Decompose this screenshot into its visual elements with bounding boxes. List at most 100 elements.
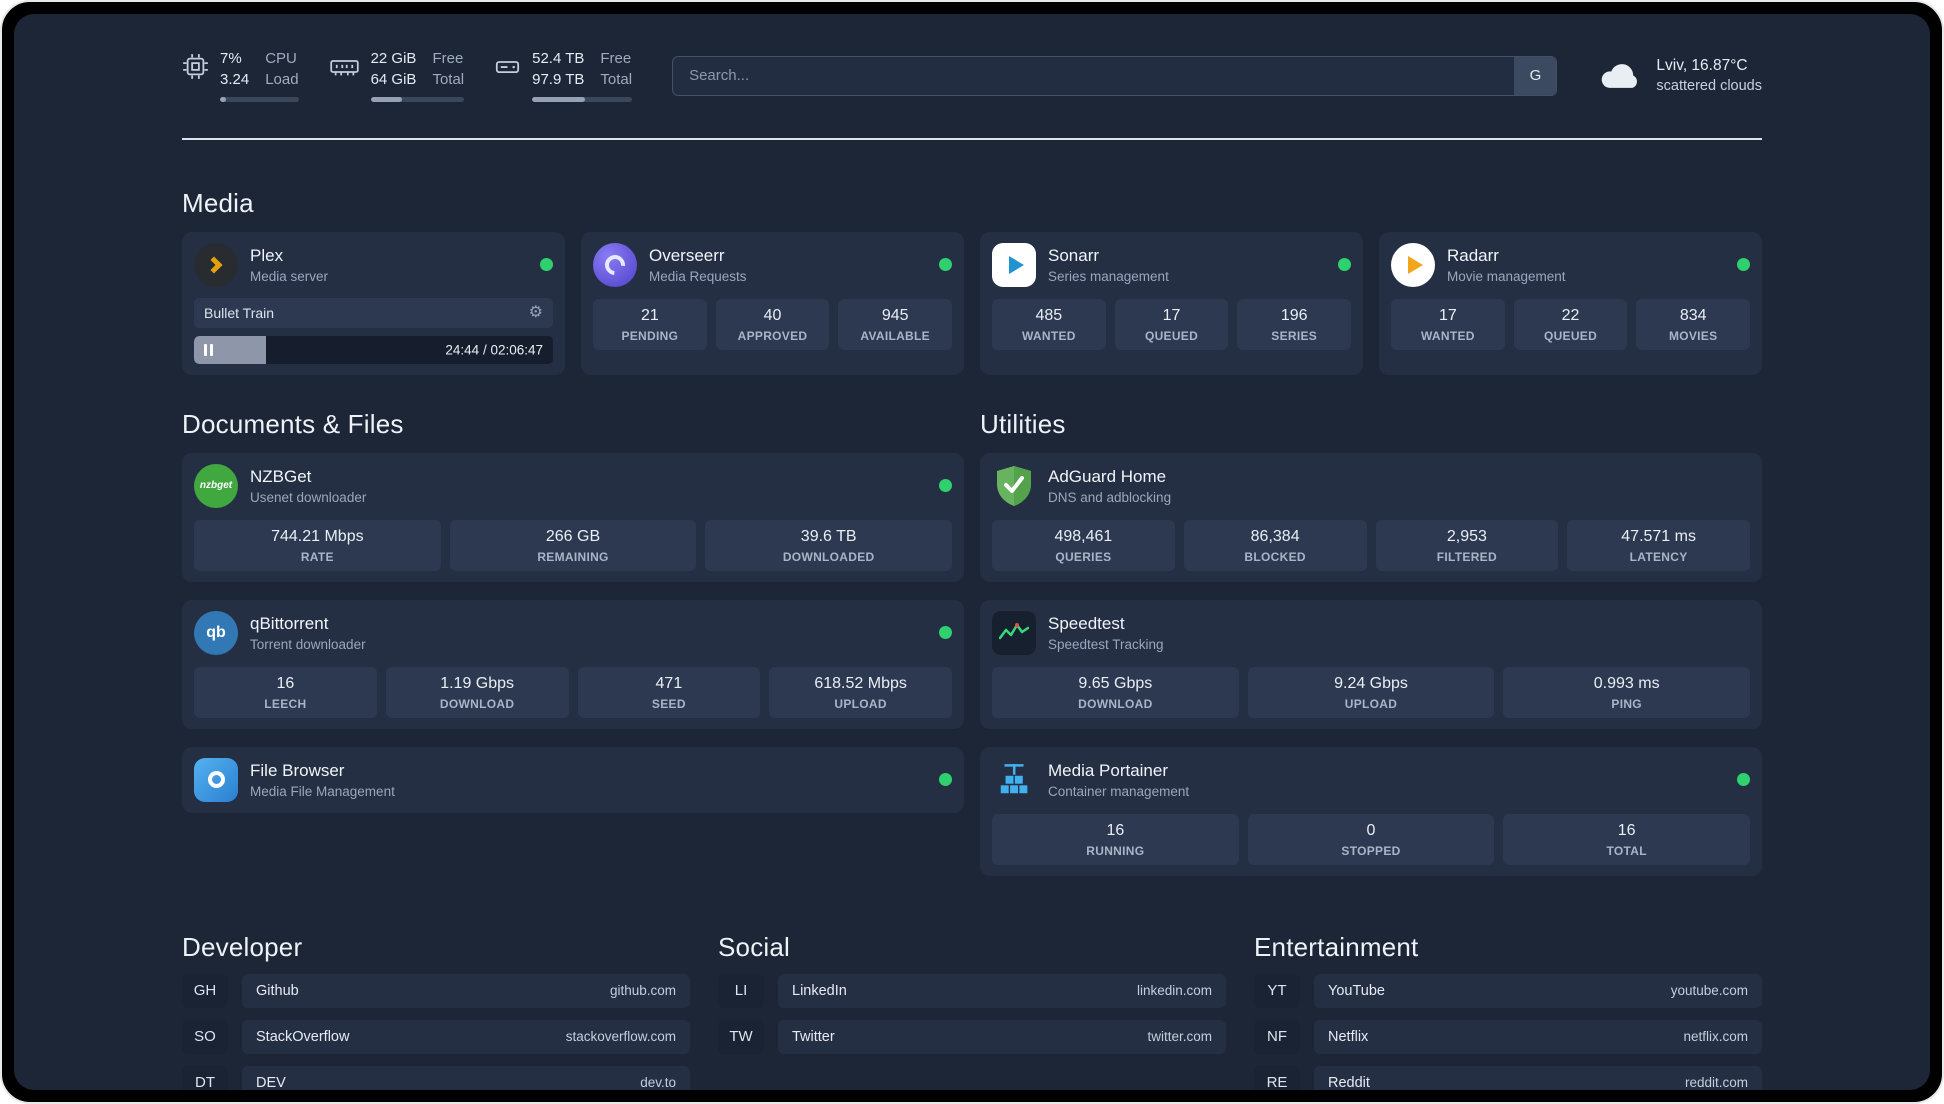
section-heading-utilities: Utilities [980, 408, 1066, 439]
weather-location-temp: Lviv, 16.87°C [1656, 57, 1748, 75]
stat-label: MOVIES [1668, 328, 1718, 343]
stat-value: 17 [1438, 306, 1457, 324]
bookmark-abbr: GH [182, 973, 228, 1008]
stat-value: 471 [655, 674, 683, 692]
search-engine-button[interactable]: G [1514, 56, 1557, 95]
service-card-filebrowser[interactable]: File Browser Media File Management [182, 746, 964, 813]
status-dot [939, 258, 952, 271]
now-playing-row: Bullet Train ⚙ [194, 297, 553, 328]
service-name: Radarr [1447, 245, 1499, 265]
service-description: Series management [1048, 268, 1169, 284]
bookmark-url: twitter.com [1147, 1029, 1212, 1044]
stat-value: 618.52 Mbps [814, 674, 907, 692]
bookmark-linkedin[interactable]: LI LinkedIn linkedin.com [718, 973, 1226, 1008]
ram-icon [329, 53, 360, 80]
stat-tile: 22 QUEUED [1513, 298, 1628, 350]
stat-tile: 945 AVAILABLE [838, 298, 953, 350]
cpu-label: CPU [265, 50, 297, 67]
stat-tile: 9.65 Gbps DOWNLOAD [992, 666, 1239, 718]
bookmark-url: stackoverflow.com [565, 1029, 676, 1044]
bookmark-group-developer: Developer GH Github github.com SO StackO… [182, 931, 690, 1090]
service-name: File Browser [250, 760, 345, 780]
bookmark-name: StackOverflow [256, 1028, 350, 1045]
plex-icon [194, 242, 238, 287]
service-card-speedtest[interactable]: Speedtest Speedtest Tracking 9.65 Gbps D… [980, 599, 1762, 729]
stat-label: DOWNLOAD [1078, 696, 1153, 711]
section-heading-developer: Developer [182, 931, 303, 962]
pause-icon[interactable] [204, 343, 213, 356]
stat-label: QUERIES [1055, 549, 1112, 564]
disk-free-label: Free [600, 50, 632, 67]
service-card-nzbget[interactable]: nzbget NZBGet Usenet downloader 744.21 M… [182, 452, 964, 582]
stat-label: AVAILABLE [860, 328, 930, 343]
cpu-load-label: Load [265, 70, 299, 88]
cpu-icon [182, 53, 209, 80]
stat-tile: 9.24 Gbps UPLOAD [1247, 666, 1495, 718]
status-dot [939, 479, 952, 492]
service-name: qBittorrent [250, 613, 329, 633]
section-utilities: Utilities AdGuard Home DNS and adblockin… [980, 409, 1762, 876]
bookmark-abbr: LI [718, 973, 764, 1008]
status-dot [1737, 258, 1750, 271]
radarr-icon [1391, 242, 1435, 287]
stat-value: 0.993 ms [1593, 674, 1660, 692]
service-card-plex[interactable]: Plex Media server Bullet Train ⚙ 24:44 /… [182, 231, 565, 375]
cpu-usage-widget: 7% 3.24 CPU Load [182, 50, 299, 102]
bookmark-github[interactable]: GH Github github.com [182, 973, 690, 1008]
stat-tile: 17 WANTED [1391, 298, 1505, 350]
bookmark-name: YouTube [1328, 982, 1385, 999]
service-description: Media File Management [250, 783, 395, 799]
stat-value: 21 [640, 306, 659, 324]
stat-label: TOTAL [1606, 843, 1647, 858]
stat-label: REMAINING [537, 549, 609, 564]
ram-total-label: Total [432, 70, 465, 88]
bookmark-name: LinkedIn [792, 982, 847, 999]
service-name: Sonarr [1048, 245, 1100, 265]
service-card-portainer[interactable]: Media Portainer Container management 16 … [980, 746, 1762, 876]
bookmark-group-entertainment: Entertainment YT YouTube youtube.com NF … [1254, 932, 1762, 1090]
stat-tile: 16 TOTAL [1503, 813, 1751, 865]
ram-usage-widget: 22 GiB 64 GiB Free Total [329, 50, 465, 102]
stat-label: SEED [651, 696, 686, 711]
cpu-percent: 7% [220, 50, 242, 67]
bookmark-twitter[interactable]: TW Twitter twitter.com [718, 1019, 1226, 1054]
header-divider [182, 137, 1762, 140]
stat-value: 9.24 Gbps [1334, 674, 1408, 692]
bookmark-url: youtube.com [1670, 983, 1748, 998]
bookmark-netflix[interactable]: NF Netflix netflix.com [1254, 1019, 1762, 1054]
disk-usage-widget: 52.4 TB 97.9 TB Free Total [494, 50, 633, 102]
stat-value: 86,384 [1250, 527, 1300, 545]
bookmark-reddit[interactable]: RE Reddit reddit.com [1254, 1065, 1762, 1090]
service-card-sonarr[interactable]: Sonarr Series management 485 WANTED 17 Q… [980, 231, 1363, 375]
stat-label: APPROVED [737, 328, 808, 343]
disk-free: 52.4 TB [532, 50, 585, 67]
service-name: Speedtest [1048, 613, 1125, 633]
service-card-qbittorrent[interactable]: qb qBittorrent Torrent downloader 16 LEE… [182, 599, 964, 729]
stat-tile: 618.52 Mbps UPLOAD [769, 666, 952, 718]
search-input[interactable] [672, 55, 1558, 96]
service-name: NZBGet [250, 466, 312, 486]
stat-value: 47.571 ms [1621, 527, 1696, 545]
bookmark-dev[interactable]: DT DEV dev.to [182, 1065, 690, 1090]
playback-progress-bar[interactable]: 24:44 / 02:06:47 [194, 335, 553, 364]
bookmark-youtube[interactable]: YT YouTube youtube.com [1254, 973, 1762, 1008]
service-card-adguard[interactable]: AdGuard Home DNS and adblocking 498,461 … [980, 452, 1762, 582]
disk-icon [494, 53, 521, 80]
bookmark-name: Twitter [792, 1028, 835, 1045]
stat-value: 9.65 Gbps [1078, 674, 1153, 692]
service-description: Media server [250, 268, 329, 284]
stat-value: 1.19 Gbps [440, 674, 515, 692]
ram-free: 22 GiB [370, 50, 417, 67]
service-card-overseerr[interactable]: Overseerr Media Requests 21 PENDING 40 A… [581, 231, 964, 375]
service-card-radarr[interactable]: Radarr Movie management 17 WANTED 22 QUE… [1379, 231, 1762, 375]
stat-value: 196 [1280, 306, 1308, 324]
service-description: Usenet downloader [250, 489, 367, 505]
stat-label: PENDING [621, 328, 679, 343]
stat-tile: 1.19 Gbps DOWNLOAD [385, 666, 569, 718]
stat-tile: 498,461 QUERIES [992, 519, 1175, 571]
gear-icon[interactable]: ⚙ [529, 304, 543, 321]
section-documents-files: Documents & Files nzbget NZBGet Usenet d… [182, 409, 964, 813]
bookmark-stackoverflow[interactable]: SO StackOverflow stackoverflow.com [182, 1019, 690, 1054]
stat-value: 40 [763, 306, 782, 324]
top-bar: 7% 3.24 CPU Load 22 GiB 64 GiB Free Tota… [182, 50, 1762, 102]
